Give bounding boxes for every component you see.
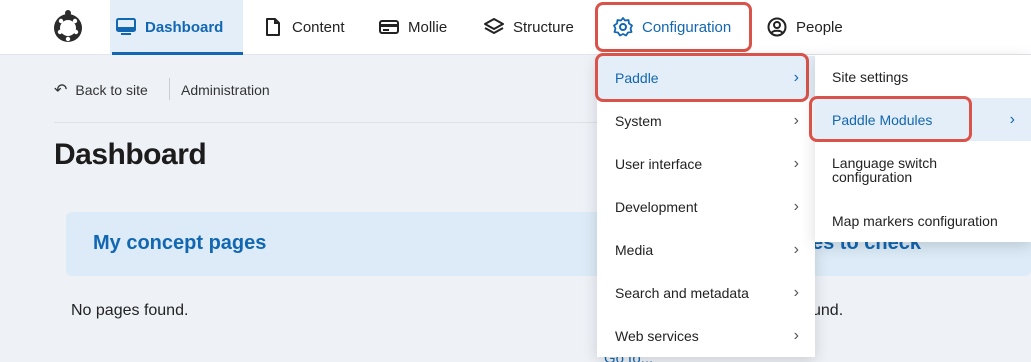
menu-item-development[interactable]: Development › — [597, 185, 815, 228]
nav-dashboard[interactable]: Dashboard — [112, 14, 243, 55]
nav-structure-label: Structure — [513, 18, 574, 36]
menu-item-paddle[interactable]: Paddle › — [597, 56, 815, 99]
back-to-site-label: Back to site — [75, 82, 148, 98]
gear-icon — [612, 16, 634, 38]
breadcrumb-administration[interactable]: Administration — [181, 82, 270, 98]
paddle-submenu: Site settings Paddle Modules › Language … — [815, 55, 1031, 242]
page-title: Dashboard — [54, 138, 207, 171]
submenu-item-paddle-modules[interactable]: Paddle Modules › — [815, 98, 1031, 141]
submenu-item-map-markers[interactable]: Map markers configuration — [815, 199, 1031, 242]
nav-people-label: People — [796, 18, 843, 36]
payment-card-icon — [378, 16, 400, 38]
card-title-concept-pages: My concept pages — [93, 232, 267, 254]
chevron-right-icon: › — [793, 326, 799, 344]
monitor-icon — [115, 16, 137, 38]
nav-dashboard-label: Dashboard — [145, 18, 224, 36]
site-logo-icon[interactable] — [52, 8, 84, 46]
chevron-right-icon: › — [793, 154, 799, 172]
back-arrow-icon: ↶ — [54, 82, 68, 99]
pages-to-check-empty-text: und. — [812, 302, 844, 319]
submenu-item-label: Paddle Modules — [832, 111, 933, 128]
menu-item-media[interactable]: Media › — [597, 228, 815, 271]
chevron-right-icon: › — [1009, 110, 1015, 128]
document-icon — [262, 16, 284, 38]
breadcrumb-separator — [169, 78, 170, 100]
menu-item-user-interface[interactable]: User interface › — [597, 142, 815, 185]
menu-item-web-services[interactable]: Web services › — [597, 314, 815, 357]
menu-item-label: Development — [615, 198, 698, 215]
chevron-right-icon: › — [793, 240, 799, 258]
chevron-right-icon: › — [793, 111, 799, 129]
nav-structure[interactable]: Structure — [483, 14, 574, 40]
menu-item-label: Media — [615, 241, 654, 258]
nav-mollie[interactable]: Mollie — [378, 14, 447, 40]
chevron-right-icon: › — [793, 197, 799, 215]
menu-item-label: Search and metadata — [615, 284, 749, 301]
menu-item-search-and-metadata[interactable]: Search and metadata › — [597, 271, 815, 314]
menu-item-label: User interface — [615, 155, 703, 172]
configuration-menu: Paddle › System › User interface › Devel… — [597, 55, 815, 357]
concept-pages-empty-text: No pages found. — [71, 302, 189, 319]
nav-content[interactable]: Content — [262, 14, 345, 40]
chevron-right-icon: › — [793, 68, 799, 86]
back-to-site-link[interactable]: ↶ Back to site — [54, 80, 148, 100]
submenu-item-language-switch[interactable]: Language switch configuration — [815, 141, 965, 199]
user-circle-icon — [766, 16, 788, 38]
nav-configuration-label: Configuration — [642, 18, 732, 36]
menu-item-label: Web services — [615, 327, 699, 344]
submenu-item-label: Language switch configuration — [832, 155, 938, 185]
chevron-right-icon: › — [793, 283, 799, 301]
layers-icon — [483, 16, 505, 38]
menu-item-system[interactable]: System › — [597, 99, 815, 142]
submenu-item-label: Site settings — [832, 68, 909, 85]
top-toolbar: Dashboard Content Mollie Structure Confi… — [0, 0, 1031, 55]
nav-configuration[interactable]: Configuration — [612, 14, 731, 40]
submenu-item-label: Map markers configuration — [832, 212, 998, 229]
menu-item-label: System — [615, 112, 662, 129]
nav-people[interactable]: People — [766, 14, 843, 40]
menu-item-label: Paddle — [615, 69, 659, 86]
nav-content-label: Content — [292, 18, 345, 36]
nav-mollie-label: Mollie — [408, 18, 448, 36]
submenu-item-site-settings[interactable]: Site settings — [815, 55, 1031, 98]
